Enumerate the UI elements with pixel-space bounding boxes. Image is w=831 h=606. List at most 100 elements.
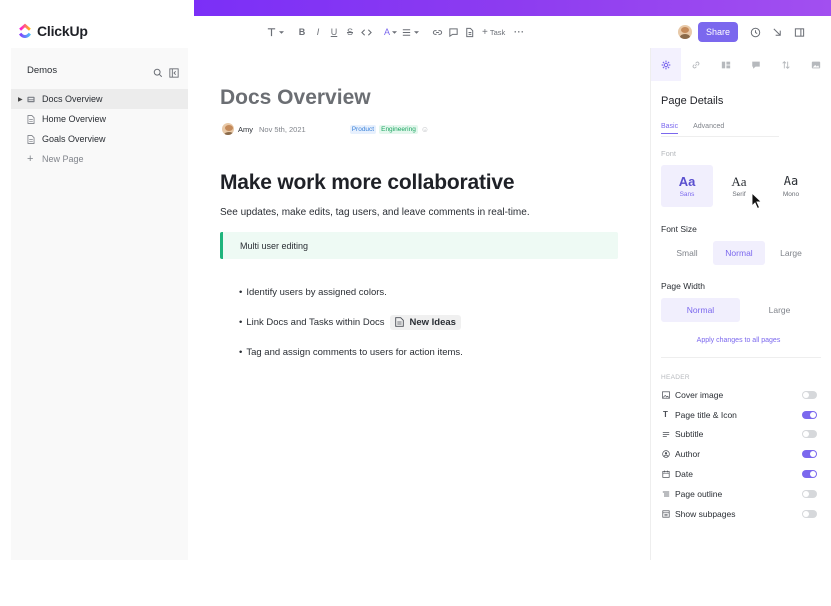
- document-icon: [465, 27, 473, 37]
- toggle-label: Author: [675, 449, 701, 460]
- outline-icon: [661, 489, 670, 498]
- chevron-down-icon: [414, 30, 420, 34]
- page-details-panel: Page Details Basic Advanced Font Aa Sans…: [650, 48, 831, 560]
- subtab-divider: [661, 136, 779, 137]
- doc-cover-icon: [27, 95, 36, 104]
- header-toggles: Cover image T Page title & Icon Subtitle: [661, 385, 817, 524]
- list-item-text: Identify users by assigned colors.: [246, 286, 387, 298]
- align-icon: [402, 28, 411, 36]
- toggle-switch[interactable]: [802, 509, 817, 518]
- share-button[interactable]: Share: [698, 22, 739, 42]
- tab-comments[interactable]: [741, 48, 771, 81]
- toggle-panel-button[interactable]: [788, 22, 810, 42]
- bold-button[interactable]: B: [294, 24, 310, 40]
- app-window: ClickUp B I U S A + Task ··· Share Demos…: [0, 0, 831, 606]
- clickup-logo[interactable]: ClickUp: [18, 23, 88, 39]
- comment-button[interactable]: [445, 24, 461, 40]
- layout-icon: [721, 61, 731, 68]
- toggle-switch[interactable]: [802, 450, 817, 459]
- font-size-small[interactable]: Small: [661, 241, 713, 265]
- page-width-selector: Normal Large: [661, 298, 819, 322]
- subtab-basic[interactable]: Basic: [661, 123, 679, 134]
- arrow-down-right-icon: [773, 27, 781, 36]
- code-button[interactable]: [358, 24, 374, 40]
- subtab-advanced[interactable]: Advanced: [693, 123, 724, 134]
- linked-doc-chip[interactable]: New Ideas: [389, 314, 461, 330]
- embed-doc-button[interactable]: [461, 24, 477, 40]
- link-icon: [432, 29, 442, 35]
- text-color-button[interactable]: A: [382, 24, 399, 40]
- bullet-dot: •: [239, 286, 243, 298]
- collapse-sidebar-button[interactable]: [169, 65, 179, 83]
- toggle-switch[interactable]: [802, 430, 817, 439]
- clickup-logo-icon: [18, 23, 32, 39]
- tab-sort[interactable]: [771, 48, 801, 81]
- doc-meta: Amy Nov 5th, 2021 Product Engineering ☺: [222, 123, 429, 135]
- font-name: Sans: [679, 191, 695, 198]
- list-item[interactable]: • Identify users by assigned colors.: [239, 277, 463, 307]
- sidebar-item-home-overview[interactable]: Home Overview: [11, 109, 188, 129]
- add-task-button[interactable]: + Task: [480, 24, 507, 40]
- tab-media[interactable]: [801, 48, 831, 81]
- page-width-normal[interactable]: Normal: [661, 298, 740, 322]
- image-icon: [661, 390, 670, 399]
- clock-icon: [750, 27, 760, 37]
- strikethrough-button[interactable]: S: [342, 24, 358, 40]
- font-name: Serif: [732, 191, 746, 198]
- user-avatar[interactable]: [678, 25, 692, 39]
- new-page-button[interactable]: + New Page: [11, 149, 188, 169]
- caret-right-icon[interactable]: ▶: [18, 96, 27, 103]
- font-name: Mono: [782, 191, 800, 198]
- link-button[interactable]: [429, 24, 445, 40]
- toggle-switch[interactable]: [802, 489, 817, 498]
- tab-links[interactable]: [681, 48, 711, 81]
- subtitle-icon: [661, 430, 670, 439]
- app-name: ClickUp: [37, 23, 88, 39]
- bullet-dot: •: [239, 316, 243, 328]
- header-section-label: HEADER: [661, 374, 690, 381]
- toggle-switch[interactable]: [802, 410, 817, 419]
- panel-subtabs: Basic Advanced: [661, 123, 724, 134]
- code-icon: [360, 28, 372, 36]
- font-sample: Aa: [678, 174, 696, 189]
- history-button[interactable]: [744, 22, 766, 42]
- doc-heading[interactable]: Make work more collaborative: [220, 171, 515, 195]
- search-button[interactable]: [153, 65, 163, 83]
- doc-subtitle[interactable]: See updates, make edits, tag users, and …: [220, 207, 530, 218]
- sidebar-item-docs-overview[interactable]: ▶ Docs Overview: [11, 89, 188, 109]
- page-title[interactable]: Docs Overview: [220, 86, 371, 110]
- toggle-switch[interactable]: [802, 470, 817, 479]
- sidebar-item-goals-overview[interactable]: Goals Overview: [11, 129, 188, 149]
- font-size-normal[interactable]: Normal: [713, 241, 765, 265]
- document-icon: [394, 317, 404, 327]
- page-width-large[interactable]: Large: [740, 298, 819, 322]
- more-options-button[interactable]: ···: [511, 24, 527, 40]
- author-name[interactable]: Amy: [238, 125, 253, 134]
- tab-settings[interactable]: [651, 48, 681, 81]
- text-style-button[interactable]: [264, 24, 286, 40]
- font-option-sans[interactable]: Aa Sans: [661, 165, 713, 207]
- list-item[interactable]: • Link Docs and Tasks within Docs New Id…: [239, 307, 463, 337]
- bullet-dot: •: [239, 346, 243, 358]
- toggle-switch[interactable]: [802, 390, 817, 399]
- tag-engineering[interactable]: Engineering: [379, 124, 418, 134]
- text-type-icon: [267, 27, 276, 36]
- apply-to-all-link[interactable]: Apply changes to all pages: [661, 337, 816, 344]
- underline-button[interactable]: U: [326, 24, 342, 40]
- font-option-mono[interactable]: Aa Mono: [765, 165, 817, 207]
- add-tag-icon[interactable]: ☺: [421, 125, 429, 134]
- collapse-button[interactable]: [766, 22, 788, 42]
- callout-block[interactable]: Multi user editing: [220, 232, 618, 259]
- font-sample: Aa: [731, 174, 747, 189]
- italic-button[interactable]: I: [310, 24, 326, 40]
- toggle-subtitle: Subtitle: [661, 425, 817, 445]
- tag-product[interactable]: Product: [349, 124, 377, 134]
- toggle-author: Author: [661, 444, 817, 464]
- list-item[interactable]: • Tag and assign comments to users for a…: [239, 337, 463, 367]
- toggle-label: Date: [675, 469, 693, 480]
- sidebar-item-label: Goals Overview: [42, 134, 106, 144]
- list-item-text: Tag and assign comments to users for act…: [246, 346, 463, 358]
- align-button[interactable]: [399, 24, 421, 40]
- tab-templates[interactable]: [711, 48, 741, 81]
- font-size-large[interactable]: Large: [765, 241, 817, 265]
